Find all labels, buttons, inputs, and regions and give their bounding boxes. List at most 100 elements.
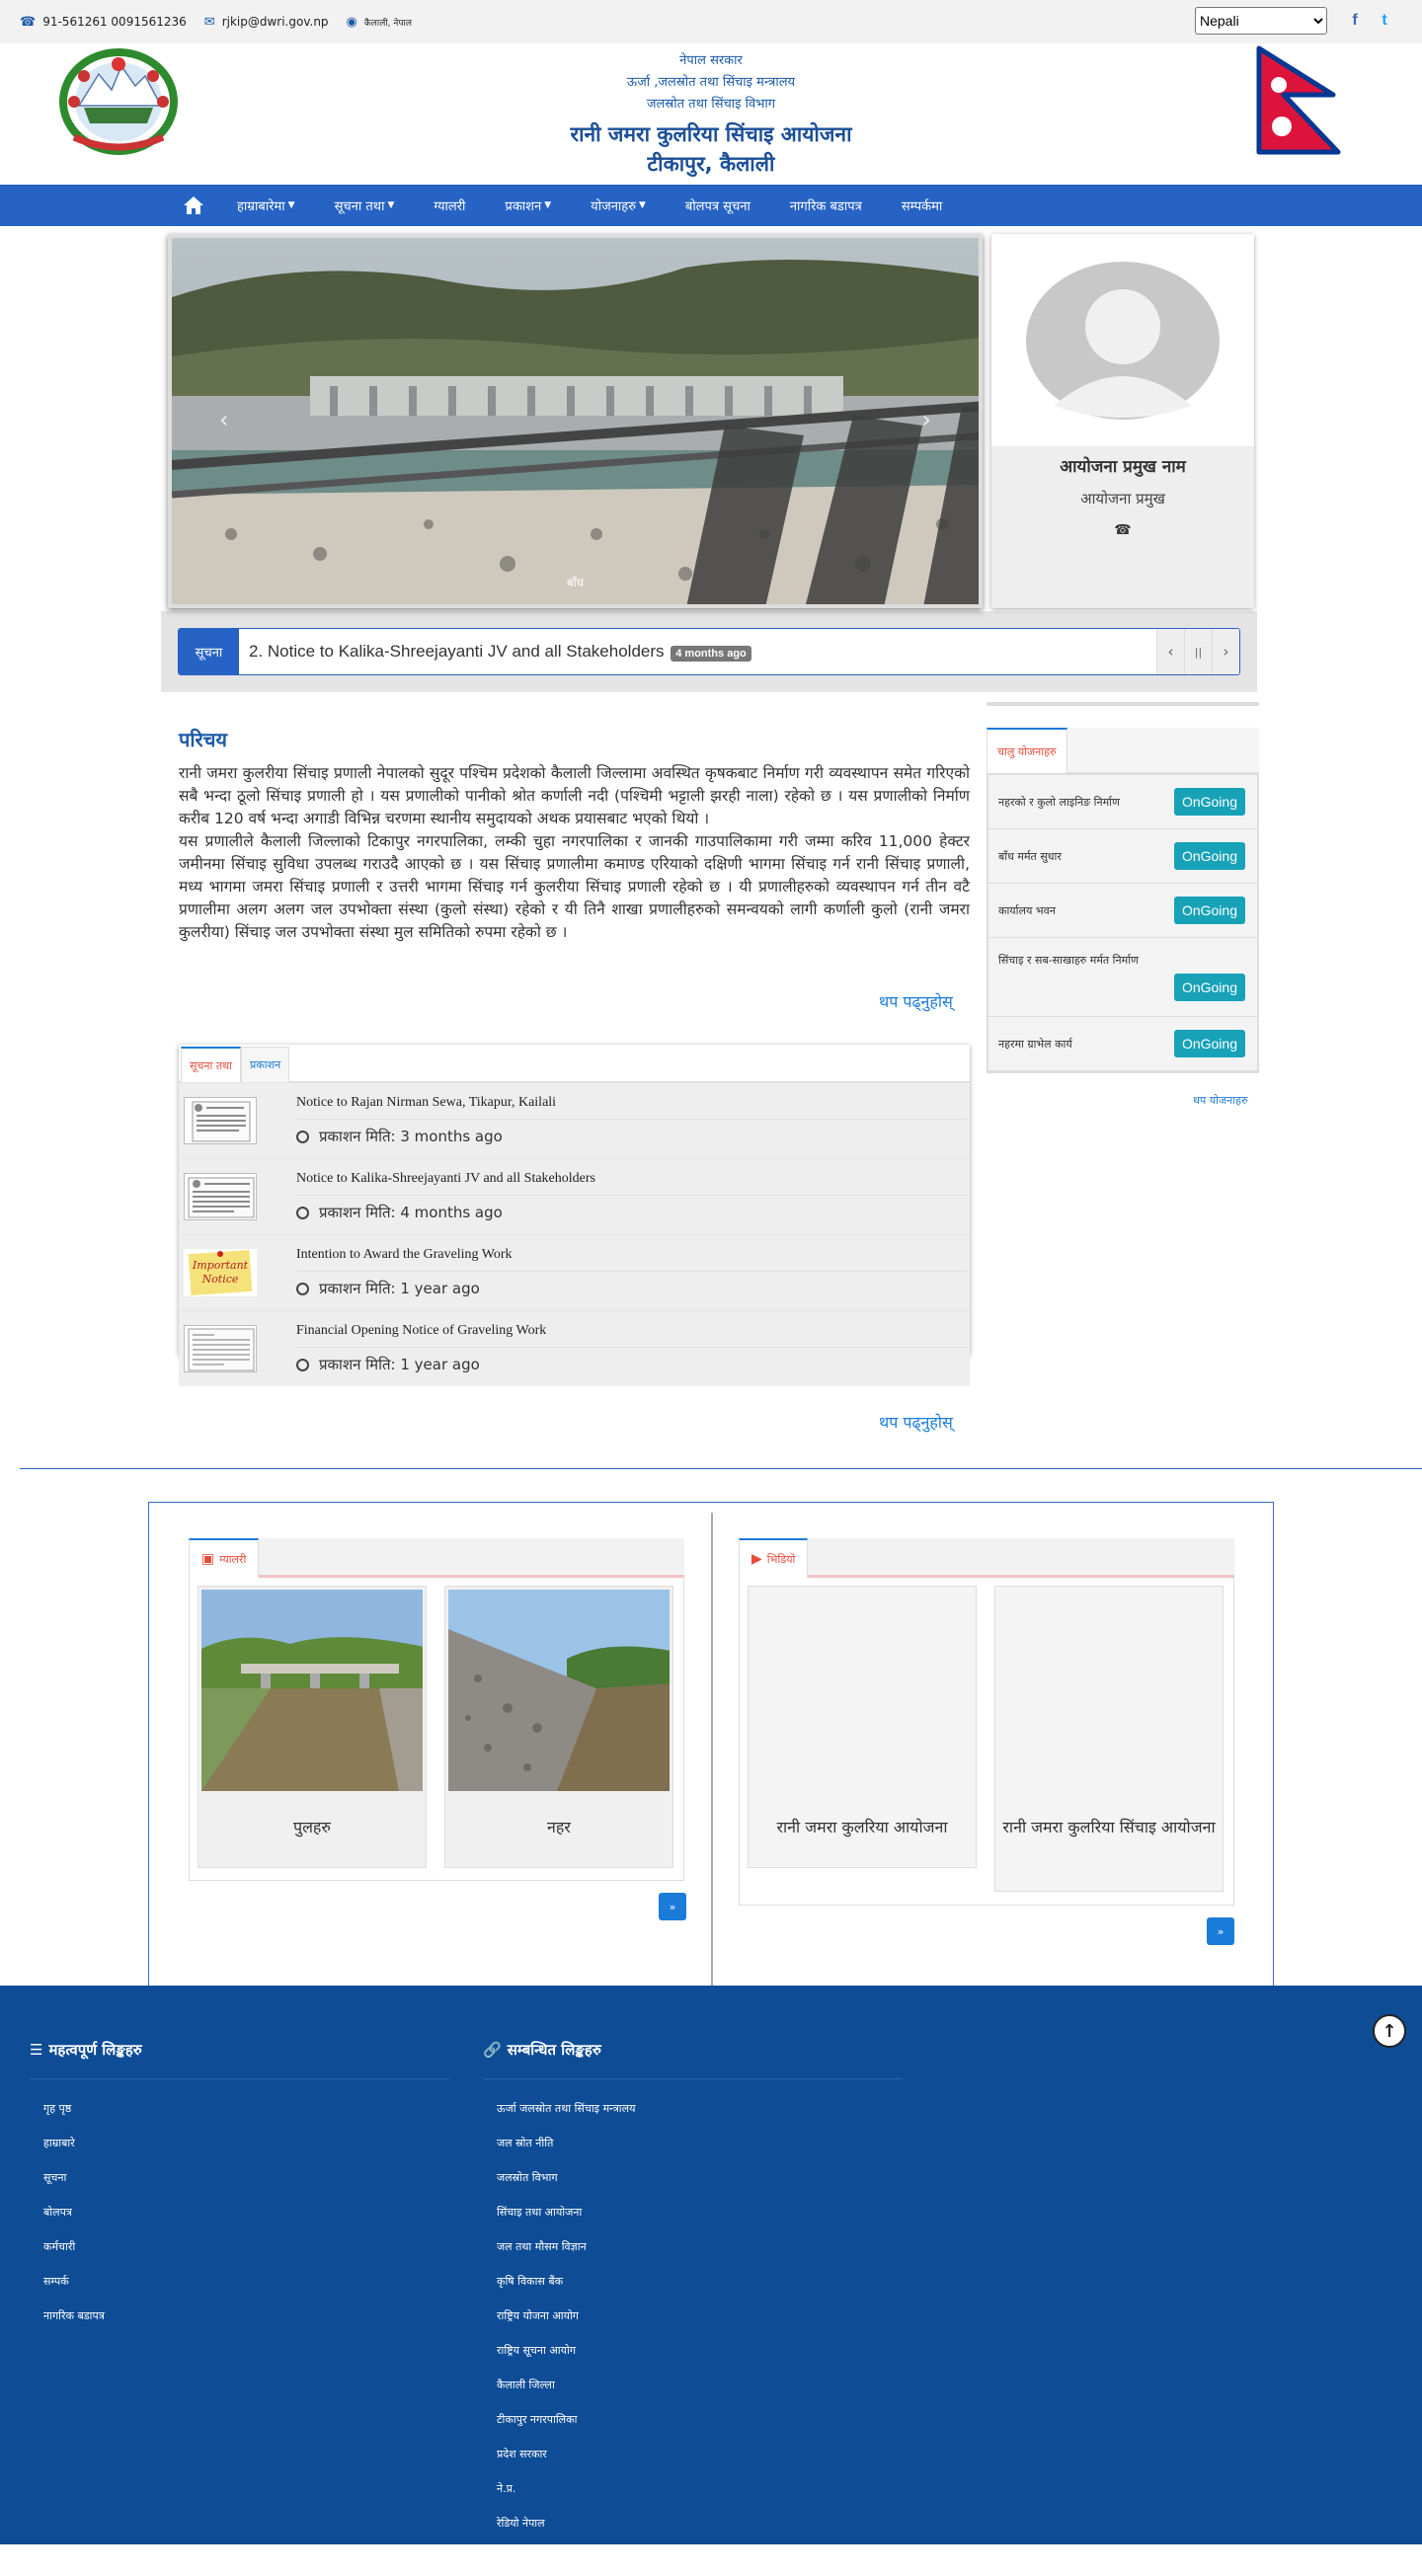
project-item[interactable]: सिंचाइ र सब-साखाहरु मर्मत निर्माण OnGoing (988, 938, 1257, 1017)
nav-item-gallery[interactable]: ग्यालरी (434, 196, 465, 214)
video-camera-icon: ▶ (751, 1551, 762, 1567)
ticker-pause-icon[interactable]: || (1184, 629, 1212, 674)
twitter-icon[interactable]: t (1375, 11, 1394, 31)
notices-readmore-link[interactable]: थप पढ्नुहोस् (879, 1411, 953, 1433)
footer-link[interactable]: गृह पृष्ठ (30, 2091, 449, 2126)
photo-gallery-more-button[interactable]: » (659, 1893, 686, 1920)
footer-link[interactable]: सम्पर्क (30, 2264, 449, 2299)
footer-link[interactable]: सिंचाइ तथा आयोजना (483, 2195, 903, 2229)
nav-item-citizen-charter[interactable]: नागरिक बडापत्र (790, 196, 862, 214)
footer-link[interactable]: कैलाली जिल्ला (483, 2368, 903, 2402)
footer-link[interactable]: टीकापुर नगरपालिका (483, 2402, 903, 2437)
nav-item-publications[interactable]: प्रकाशन ▼ (505, 196, 551, 214)
project-name: बाँध मर्मत सुधार (998, 849, 1062, 863)
project-list: नहरको र कुलो लाइनिङ निर्माण OnGoing बाँध … (987, 773, 1259, 1073)
status-badge[interactable]: OnGoing (1173, 842, 1245, 870)
about-section: परिचय रानी जमरा कुलरीया सिंचाइ प्रणाली न… (179, 726, 970, 944)
news-ticker: सूचना 2. Notice to Kalika-Shreejayanti J… (178, 628, 1240, 675)
status-badge[interactable]: OnGoing (1173, 897, 1245, 924)
notice-title[interactable]: Financial Opening Notice of Graveling Wo… (296, 1315, 968, 1348)
footer-link[interactable]: नागरिक बडापत्र (30, 2299, 449, 2333)
svg-text:Important: Important (192, 1259, 249, 1272)
notice-row[interactable]: Financial Opening Notice of Graveling Wo… (179, 1310, 970, 1386)
nav-item-projects[interactable]: योजनाहरु ▼ (591, 196, 646, 214)
project-item[interactable]: नहरमा ग्राभेल कार्य OnGoing (988, 1017, 1257, 1071)
notice-row[interactable]: Notice to Kalika-Shreejayanti JV and all… (179, 1158, 970, 1234)
video-thumbnail[interactable] (751, 1590, 973, 1791)
ticker-item[interactable]: 2. Notice to Kalika-Shreejayanti JV and … (239, 642, 1156, 662)
home-icon[interactable] (180, 185, 207, 226)
nav-item-tender[interactable]: बोलपत्र सूचना (685, 196, 750, 214)
about-readmore-link[interactable]: थप पढ्नुहोस् (879, 990, 953, 1012)
tab-notices[interactable]: सूचना तथा (181, 1047, 242, 1082)
project-item[interactable]: कार्यालय भवन OnGoing (988, 884, 1257, 938)
tab-publications[interactable]: प्रकाशन (241, 1047, 290, 1082)
gallery-card[interactable]: नहर (444, 1586, 673, 1868)
footer-link[interactable]: ने.प्र. (483, 2471, 903, 2506)
notice-date: प्रकाशन मिति: 1 year ago (296, 1272, 968, 1305)
footer-link[interactable]: राष्ट्रिय योजना आयोग (483, 2299, 903, 2333)
status-badge[interactable]: OnGoing (1173, 974, 1245, 1001)
tab-photo-gallery[interactable]: ▣ ग्यालरी (189, 1538, 260, 1578)
footer-link[interactable]: जल तथा मौसम विज्ञान (483, 2229, 903, 2264)
status-badge[interactable]: OnGoing (1173, 788, 1245, 816)
notice-row[interactable]: Important Notice Intention to Award the G… (179, 1234, 970, 1310)
slider-prev-icon[interactable]: ‹ (219, 406, 229, 433)
footer-link[interactable]: जल स्रोत नीति (483, 2126, 903, 2160)
footer-link[interactable]: कृषि विकास बैंक (483, 2264, 903, 2299)
phone-icon: ☎ (20, 14, 37, 30)
footer-link[interactable]: राष्ट्रिय सूचना आयोग (483, 2333, 903, 2368)
ticker-text[interactable]: 2. Notice to Kalika-Shreejayanti JV and … (249, 642, 665, 661)
nav-item-info[interactable]: सूचना तथा ▼ (335, 196, 395, 214)
hero-section: ‹ › बाँध आयोजना प्रमुख नाम आयोजना प्रमुख… (0, 226, 1422, 611)
gallery-photo-bridge[interactable] (201, 1590, 423, 1791)
email-address[interactable]: rjkip@dwri.gov.np (222, 15, 329, 29)
gallery-card[interactable]: पुलहरु (198, 1586, 427, 1868)
ticker-next-icon[interactable]: › (1212, 629, 1239, 674)
tab-ongoing-projects[interactable]: चालु योजनाहरु (987, 728, 1067, 773)
caret-down-icon: ▼ (544, 200, 552, 210)
image-slider[interactable]: ‹ › बाँध (168, 234, 983, 608)
footer-link[interactable]: ऊर्जा जलस्रोत तथा सिंचाइ मन्त्रालय (483, 2091, 903, 2126)
footer-link[interactable]: कर्मचारी (30, 2229, 449, 2264)
footer-link[interactable]: जलस्रोत विभाग (483, 2160, 903, 2195)
video-card[interactable]: रानी जमरा कुलरिया सिंचाइ आयोजना (994, 1586, 1224, 1892)
video-gallery-more-button[interactable]: » (1207, 1917, 1234, 1945)
notice-title[interactable]: Notice to Rajan Nirman Sewa, Tikapur, Ka… (296, 1087, 968, 1120)
notice-title[interactable]: Intention to Award the Graveling Work (296, 1239, 968, 1272)
project-item[interactable]: नहरको र कुलो लाइनिङ निर्माण OnGoing (988, 775, 1257, 829)
notice-title[interactable]: Notice to Kalika-Shreejayanti JV and all… (296, 1163, 968, 1196)
clock-icon (296, 1206, 309, 1219)
notice-date: प्रकाशन मिति: 1 year ago (296, 1348, 968, 1381)
footer-link[interactable]: सूचना (30, 2160, 449, 2195)
ticker-prev-icon[interactable]: ‹ (1156, 629, 1184, 674)
important-notice-thumbnail: Important Notice (184, 1249, 257, 1296)
language-select[interactable]: Nepali (1195, 7, 1327, 35)
footer-link[interactable]: रेडियो नेपाल (483, 2506, 903, 2540)
footer-link[interactable]: बोलपत्र (30, 2195, 449, 2229)
nav-item-about[interactable]: हाम्राबारेमा ▼ (237, 196, 295, 214)
video-thumbnail[interactable] (998, 1590, 1220, 1791)
footer-link[interactable]: प्रदेश सरकार (483, 2437, 903, 2471)
footer-link[interactable]: हाम्राबारे (30, 2126, 449, 2160)
location-text: कैलाली, नेपाल (363, 18, 412, 29)
video-card[interactable]: रानी जमरा कुलरिया आयोजना (748, 1586, 977, 1868)
scroll-to-top-icon[interactable]: ↑ (1373, 2014, 1406, 2048)
project-item[interactable]: बाँध मर्मत सुधार OnGoing (988, 829, 1257, 884)
slider-next-icon[interactable]: › (921, 406, 931, 433)
project-name: नहरको र कुलो लाइनिङ निर्माण (998, 795, 1120, 809)
gallery-photo-canal[interactable] (448, 1590, 670, 1791)
nav-item-contact[interactable]: सम्पर्कमा (902, 196, 942, 214)
email-info[interactable]: ✉ rjkip@dwri.gov.np (204, 15, 329, 30)
project-name: सिंचाइ र सब-साखाहरु मर्मत निर्माण (998, 954, 1140, 967)
more-projects-link[interactable]: थप योजनाहरु (1193, 1093, 1248, 1108)
notice-row[interactable]: Notice to Rajan Nirman Sewa, Tikapur, Ka… (179, 1082, 970, 1158)
caret-down-icon: ▼ (638, 200, 646, 210)
dam-photo (172, 238, 979, 604)
facebook-icon[interactable]: f (1345, 11, 1365, 31)
tab-video-gallery[interactable]: ▶ भिडियो (739, 1538, 809, 1578)
status-badge[interactable]: OnGoing (1173, 1030, 1245, 1057)
gallery-caption: पुलहरु (292, 1818, 331, 1836)
chief-name: आयोजना प्रमुख नाम (1060, 457, 1186, 477)
header-titles: नेपाल सरकार ऊर्जा ,जलस्रोत तथा सिंचाइ मन… (0, 50, 1422, 179)
